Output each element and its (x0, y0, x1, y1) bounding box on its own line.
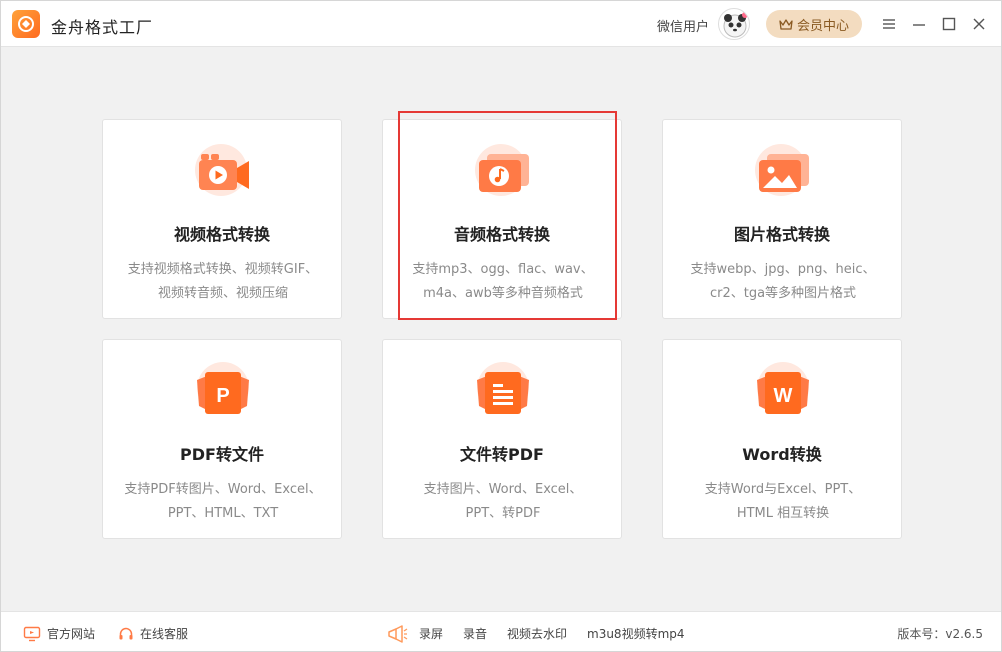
card-desc-line: 支持PDF转图片、Word、Excel、 (124, 482, 322, 497)
word-icon: W (751, 360, 815, 424)
screen-record-link[interactable]: 录屏 (419, 625, 443, 642)
card-title: 图片格式转换 (733, 225, 830, 244)
card-title: 视频格式转换 (173, 225, 270, 244)
app-title: 金舟格式工厂 (51, 18, 154, 37)
svg-text:W: W (774, 385, 793, 407)
card-title: 文件转PDF (460, 445, 544, 464)
app-window: 金舟格式工厂 微信用户 会员中心 视频格式转换 支持视频格式转换、视频转GIF、… (0, 0, 1002, 652)
music-note-icon (471, 140, 535, 204)
minimize-icon[interactable] (909, 14, 929, 34)
card-word-convert[interactable]: W Word转换 支持Word与Excel、PPT、 HTML 相互转换 (662, 339, 902, 539)
pdf-icon: P (191, 360, 255, 424)
audio-record-link[interactable]: 录音 (463, 625, 487, 642)
document-icon (471, 360, 535, 424)
online-support-link[interactable]: 在线客服 (118, 625, 188, 642)
version-label: 版本号：v2.6.5 (897, 627, 983, 641)
crown-icon (779, 19, 793, 30)
online-support-label: 在线客服 (140, 627, 189, 641)
menu-icon[interactable] (879, 14, 899, 34)
card-title: PDF转文件 (180, 445, 264, 464)
card-desc-line: 视频转音频、视频压缩 (157, 286, 288, 301)
card-pdf-to-file[interactable]: P PDF转文件 支持PDF转图片、Word、Excel、 PPT、HTML、T… (102, 339, 342, 539)
card-desc-line: 支持webp、jpg、png、heic、 (690, 262, 876, 277)
monitor-icon (23, 626, 41, 641)
footer-bar: 官方网站 在线客服 录屏 录音 视频去水印 m3u8视频转mp4 版本号：v2.… (1, 611, 1001, 651)
video-camera-icon (191, 140, 255, 204)
card-description: 支持图片、Word、Excel、 PPT、转PDF (393, 478, 613, 526)
card-video-convert[interactable]: 视频格式转换 支持视频格式转换、视频转GIF、 视频转音频、视频压缩 (102, 119, 342, 319)
card-desc-line: HTML 相互转换 (736, 506, 830, 521)
m3u8-to-mp4-link[interactable]: m3u8视频转mp4 (587, 625, 685, 642)
headset-icon (119, 627, 133, 639)
official-website-label: 官方网站 (47, 627, 96, 641)
remove-watermark-link[interactable]: 视频去水印 (507, 625, 567, 642)
card-desc-line: 支持mp3、ogg、flac、wav、 (412, 262, 594, 277)
card-desc-line: cr2、tga等多种图片格式 (709, 286, 857, 301)
official-website-link[interactable]: 官方网站 (23, 625, 95, 642)
megaphone-icon (386, 625, 408, 643)
card-title: 音频格式转换 (453, 225, 550, 244)
card-description: 支持mp3、ogg、flac、wav、 m4a、awb等多种音频格式 (393, 258, 613, 306)
card-description: 支持视频格式转换、视频转GIF、 视频转音频、视频压缩 (113, 258, 333, 306)
card-description: 支持PDF转图片、Word、Excel、 PPT、HTML、TXT (113, 478, 333, 526)
card-desc-line: m4a、awb等多种音频格式 (423, 286, 583, 301)
card-description: 支持webp、jpg、png、heic、 cr2、tga等多种图片格式 (673, 258, 893, 306)
vip-center-label: 会员中心 (796, 18, 849, 34)
image-icon (751, 140, 815, 204)
title-bar: 金舟格式工厂 微信用户 会员中心 (1, 1, 1001, 47)
user-name[interactable]: 微信用户 (657, 16, 709, 35)
card-desc-line: PPT、HTML、TXT (167, 506, 279, 521)
card-file-to-pdf[interactable]: 文件转PDF 支持图片、Word、Excel、 PPT、转PDF (382, 339, 622, 539)
app-logo-icon (12, 10, 40, 38)
card-desc-line: 支持视频格式转换、视频转GIF、 (127, 262, 319, 277)
user-avatar[interactable] (718, 8, 750, 40)
card-desc-line: 支持图片、Word、Excel、 (423, 482, 583, 497)
card-title: Word转换 (742, 445, 822, 464)
vip-center-button[interactable]: 会员中心 (766, 10, 862, 38)
close-icon[interactable] (969, 14, 989, 34)
svg-text:P: P (216, 385, 229, 407)
maximize-icon[interactable] (939, 14, 959, 34)
card-description: 支持Word与Excel、PPT、 HTML 相互转换 (673, 478, 893, 526)
card-desc-line: 支持Word与Excel、PPT、 (704, 482, 862, 497)
card-desc-line: PPT、转PDF (465, 506, 541, 521)
card-image-convert[interactable]: 图片格式转换 支持webp、jpg、png、heic、 cr2、tga等多种图片… (662, 119, 902, 319)
card-audio-convert[interactable]: 音频格式转换 支持mp3、ogg、flac、wav、 m4a、awb等多种音频格… (382, 119, 622, 319)
